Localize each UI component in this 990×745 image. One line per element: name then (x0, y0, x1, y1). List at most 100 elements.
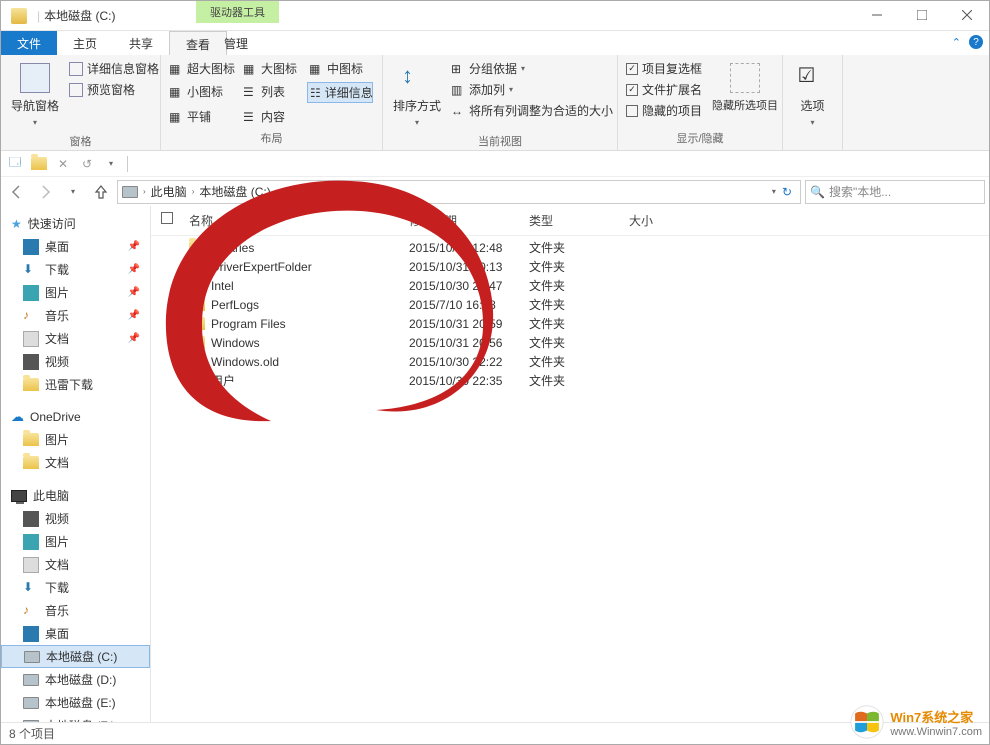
tab-file[interactable]: 文件 (1, 31, 57, 55)
file-list-area: 名称 修改日期 类型 大小 Binaries2015/10/31 12:48文件… (151, 206, 989, 722)
pictures-icon (23, 285, 39, 301)
sort-by-button[interactable]: ↕ 排序方式 ▾ (389, 59, 445, 131)
nav-drive-e[interactable]: 本地磁盘 (E:) (1, 691, 150, 714)
column-type[interactable]: 类型 (529, 212, 629, 229)
nav-music[interactable]: ♪音乐📌 (1, 304, 150, 327)
tab-share[interactable]: 共享 (113, 31, 169, 55)
column-size[interactable]: 大小 (629, 212, 709, 229)
options-button[interactable]: ☑ 选项 ▾ (794, 59, 832, 131)
tiles-icon: ▦ (169, 110, 183, 124)
close-button[interactable] (944, 1, 989, 29)
collapse-ribbon-button[interactable]: ⌃ (952, 36, 961, 49)
maximize-button[interactable] (899, 1, 944, 29)
add-columns-button[interactable]: ▥添加列 ▾ (449, 80, 615, 99)
breadcrumb-drive[interactable]: 本地磁盘 (C:) (199, 183, 270, 200)
size-columns-button[interactable]: ↔将所有列调整为合适的大小 (449, 101, 615, 120)
group-by-button[interactable]: ⊞分组依据 ▾ (449, 59, 615, 78)
nav-pc-music[interactable]: ♪音乐 (1, 599, 150, 622)
nav-thispc[interactable]: 此电脑 (1, 484, 150, 507)
nav-downloads[interactable]: ⬇下载📌 (1, 258, 150, 281)
qat-redo[interactable]: ↺ (77, 154, 97, 174)
tab-home[interactable]: 主页 (57, 31, 113, 55)
view-content[interactable]: ☰内容 (241, 107, 303, 126)
column-headers[interactable]: 名称 修改日期 类型 大小 (151, 206, 989, 236)
windows-logo-icon (850, 705, 884, 739)
help-button[interactable]: ? (969, 35, 983, 49)
checkbox-checked-icon: ✓ (626, 84, 638, 96)
file-row[interactable]: Intel2015/10/30 20:47文件夹 (151, 276, 989, 295)
documents-icon (23, 557, 39, 573)
nav-quick-access[interactable]: ★快速访问 (1, 212, 150, 235)
search-box[interactable]: 🔍 搜索"本地... (805, 180, 985, 204)
view-small-icons[interactable]: ▦小图标 (167, 82, 237, 101)
tab-manage[interactable]: 管理 (208, 31, 264, 56)
file-row[interactable]: Binaries2015/10/31 12:48文件夹 (151, 238, 989, 257)
file-type: 文件夹 (529, 296, 629, 313)
pin-icon: 📌 (128, 287, 140, 298)
recent-locations-button[interactable]: ▾ (61, 180, 85, 204)
preview-pane-button[interactable]: 预览窗格 (67, 80, 161, 99)
view-xlarge-icons[interactable]: ▦超大图标 (167, 59, 237, 78)
file-extensions-toggle[interactable]: ✓文件扩展名 (624, 80, 704, 99)
file-list[interactable]: Binaries2015/10/31 12:48文件夹DriverExpertF… (151, 236, 989, 722)
qat-properties[interactable]: 🗔 (5, 154, 25, 174)
downloads-icon: ⬇ (23, 262, 39, 278)
contextual-tab-drive-tools[interactable]: 驱动器工具 (196, 1, 279, 23)
qat-new-folder[interactable] (29, 154, 49, 174)
file-row[interactable]: Windows2015/10/31 20:56文件夹 (151, 333, 989, 352)
column-name[interactable]: 名称 (189, 212, 409, 229)
column-date[interactable]: 修改日期 (409, 212, 529, 229)
nav-pc-desktop[interactable]: 桌面 (1, 622, 150, 645)
view-list[interactable]: ☰列表 (241, 82, 303, 101)
up-button[interactable] (89, 180, 113, 204)
nav-drive-f[interactable]: 本地磁盘 (F:) (1, 714, 150, 722)
refresh-button[interactable]: ↻ (782, 185, 792, 199)
file-name: Program Files (211, 317, 286, 331)
nav-pc-videos[interactable]: 视频 (1, 507, 150, 530)
hide-selected-button[interactable]: 隐藏所选项目 (708, 59, 782, 117)
forward-button[interactable] (33, 180, 57, 204)
hidden-items-toggle[interactable]: 隐藏的项目 (624, 101, 704, 120)
pc-icon (11, 490, 27, 502)
details-pane-button[interactable]: 详细信息窗格 (67, 59, 161, 78)
nav-thunder[interactable]: 迅雷下载 (1, 373, 150, 396)
qat-customize[interactable]: ▾ (101, 154, 121, 174)
nav-onedrive-pictures[interactable]: 图片 (1, 428, 150, 451)
nav-videos[interactable]: 视频 (1, 350, 150, 373)
nav-pc-downloads[interactable]: ⬇下载 (1, 576, 150, 599)
drive-icon (122, 186, 138, 198)
navigation-pane[interactable]: ★快速访问 桌面📌 ⬇下载📌 图片📌 ♪音乐📌 文档📌 视频 迅雷下载 ☁One… (1, 206, 151, 722)
file-row[interactable]: DriverExpertFolder2015/10/31 20:13文件夹 (151, 257, 989, 276)
file-row[interactable]: Windows.old2015/10/30 22:22文件夹 (151, 352, 989, 371)
select-all-checkbox[interactable] (161, 212, 173, 224)
view-large-icons[interactable]: ▦大图标 (241, 59, 303, 78)
item-checkboxes-toggle[interactable]: ✓项目复选框 (624, 59, 704, 78)
minimize-button[interactable] (854, 1, 899, 29)
address-history-button[interactable]: ▾ (772, 187, 776, 196)
music-icon: ♪ (23, 603, 39, 619)
nav-pc-pictures[interactable]: 图片 (1, 530, 150, 553)
view-medium-icons[interactable]: ▦中图标 (307, 59, 369, 78)
view-tiles[interactable]: ▦平铺 (167, 107, 237, 126)
nav-onedrive-documents[interactable]: 文档 (1, 451, 150, 474)
breadcrumb-thispc[interactable]: 此电脑 (151, 183, 187, 200)
file-type: 文件夹 (529, 315, 629, 332)
navigation-pane-button[interactable]: 导航窗格 ▾ (7, 59, 63, 131)
file-row[interactable]: PerfLogs2015/7/10 16:28文件夹 (151, 295, 989, 314)
file-row[interactable]: 用户2015/10/30 22:35文件夹 (151, 371, 989, 390)
back-button[interactable] (5, 180, 29, 204)
nav-drive-c[interactable]: 本地磁盘 (C:) (1, 645, 150, 668)
nav-documents[interactable]: 文档📌 (1, 327, 150, 350)
address-bar[interactable]: › 此电脑 › 本地磁盘 (C:) ▾ ↻ (117, 180, 801, 204)
downloads-icon: ⬇ (23, 580, 39, 596)
nav-pc-documents[interactable]: 文档 (1, 553, 150, 576)
nav-desktop[interactable]: 桌面📌 (1, 235, 150, 258)
nav-onedrive[interactable]: ☁OneDrive (1, 406, 150, 428)
drive-icon (23, 674, 39, 686)
nav-pictures[interactable]: 图片📌 (1, 281, 150, 304)
file-row[interactable]: Program Files2015/10/31 20:59文件夹 (151, 314, 989, 333)
nav-drive-d[interactable]: 本地磁盘 (D:) (1, 668, 150, 691)
view-details[interactable]: ☷详细信息 (307, 82, 373, 103)
folder-icon (31, 157, 47, 170)
qat-undo[interactable]: ✕ (53, 154, 73, 174)
